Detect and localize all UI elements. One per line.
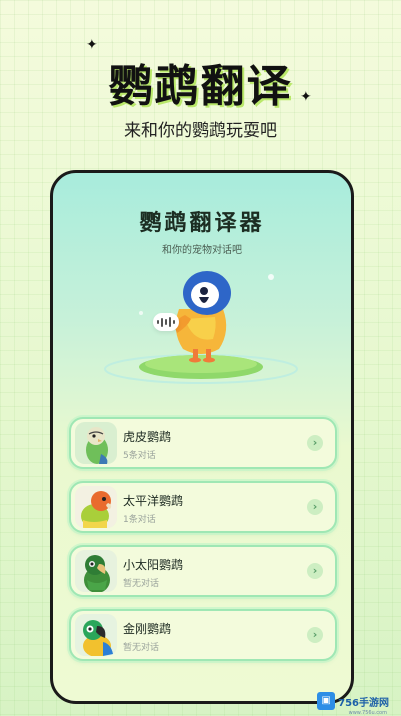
parrot-card-sun-conure[interactable]: 小太阳鹦鹉 暂无对话 › <box>69 545 337 597</box>
phone-mockup: 鹦鹉翻译器 和你的宠物对话吧 虎皮鹦鹉 5条对话 › 太平洋鹦鹉 1条对话 › … <box>50 170 354 704</box>
site-watermark: ▣ 756手游网 <box>317 692 389 710</box>
chevron-right-icon[interactable]: › <box>307 499 323 515</box>
chevron-right-icon[interactable]: › <box>307 435 323 451</box>
macaw-icon <box>75 614 117 656</box>
parrot-card-macaw[interactable]: 金刚鹦鹉 暂无对话 › <box>69 609 337 661</box>
watermark-logo-icon: ▣ <box>317 692 336 710</box>
budgie-icon <box>75 422 117 464</box>
hero-title: 鹦鹉翻译 <box>108 61 293 112</box>
voice-bubble-icon <box>153 313 179 331</box>
parrot-name: 虎皮鹦鹉 <box>123 430 172 444</box>
conversation-count: 5条对话 <box>123 451 156 461</box>
sun-conure-icon <box>75 550 117 592</box>
chevron-right-icon[interactable]: › <box>307 563 323 579</box>
parrot-name: 太平洋鹦鹉 <box>123 494 184 508</box>
watermark-url: www.756u.com <box>348 710 387 716</box>
conversation-count: 1条对话 <box>123 515 156 525</box>
watermark-text: 756手游网 <box>338 697 389 709</box>
parrot-mascot-illustration <box>104 271 298 384</box>
pacific-parrotlet-icon <box>75 486 117 528</box>
conversation-count: 暂无对话 <box>123 643 160 653</box>
parrot-name: 金刚鹦鹉 <box>123 622 172 636</box>
conversation-count: 暂无对话 <box>123 579 160 589</box>
app-title: 鹦鹉翻译器 <box>139 211 265 236</box>
hero-subtitle: 来和你的鹦鹉玩耍吧 <box>124 121 277 141</box>
app-subtitle: 和你的宠物对话吧 <box>162 245 242 256</box>
chevron-right-icon[interactable]: › <box>307 627 323 643</box>
parrot-card-budgie[interactable]: 虎皮鹦鹉 5条对话 › <box>69 417 337 469</box>
parrot-card-pacific[interactable]: 太平洋鹦鹉 1条对话 › <box>69 481 337 533</box>
parrot-name: 小太阳鹦鹉 <box>123 558 184 572</box>
